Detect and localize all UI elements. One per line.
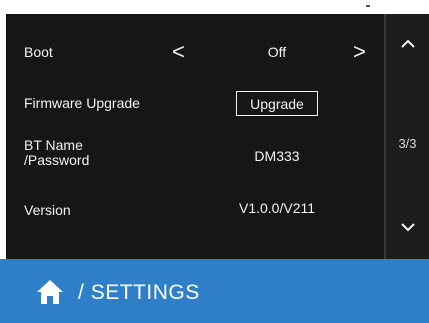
settings-list: Boot < Off > Firmware Upgrade Upgrade BT…	[6, 14, 384, 259]
boot-value: Off	[267, 44, 287, 60]
boot-label: Boot	[24, 44, 53, 60]
firmware-row: Firmware Upgrade Upgrade	[6, 91, 384, 118]
boot-prev-arrow[interactable]: <	[172, 41, 185, 63]
bt-label-line2: /Password	[24, 152, 90, 168]
footer-bar: / SETTINGS	[0, 259, 429, 323]
page-indicator: 3/3	[398, 136, 417, 151]
bt-label: BT Name /Password	[24, 138, 144, 168]
breadcrumb-title: SETTINGS	[90, 281, 200, 304]
firmware-label: Firmware Upgrade	[24, 95, 140, 111]
breadcrumb-separator: /	[78, 281, 85, 304]
breadcrumb: / SETTINGS	[78, 281, 200, 305]
boot-row: Boot < Off >	[6, 41, 384, 66]
device-screen-frame: Boot < Off > Firmware Upgrade Upgrade BT…	[0, 0, 429, 323]
bt-value: DM333	[254, 148, 300, 164]
version-row: Version V1.0.0/V211	[6, 200, 384, 224]
boot-next-arrow[interactable]: >	[353, 41, 366, 63]
top-mark	[366, 5, 370, 7]
home-icon[interactable]	[36, 279, 64, 305]
chevron-up-icon[interactable]	[386, 36, 429, 54]
upgrade-button[interactable]: Upgrade	[236, 91, 318, 116]
bt-label-line1: BT Name	[24, 137, 83, 153]
top-strip	[0, 0, 429, 14]
bt-row: BT Name /Password DM333	[6, 138, 384, 170]
pager-column: 3/3	[386, 14, 429, 259]
version-value: V1.0.0/V211	[238, 200, 316, 216]
version-label: Version	[24, 202, 71, 218]
settings-screen: Boot < Off > Firmware Upgrade Upgrade BT…	[6, 14, 429, 259]
chevron-down-icon[interactable]	[386, 219, 429, 237]
